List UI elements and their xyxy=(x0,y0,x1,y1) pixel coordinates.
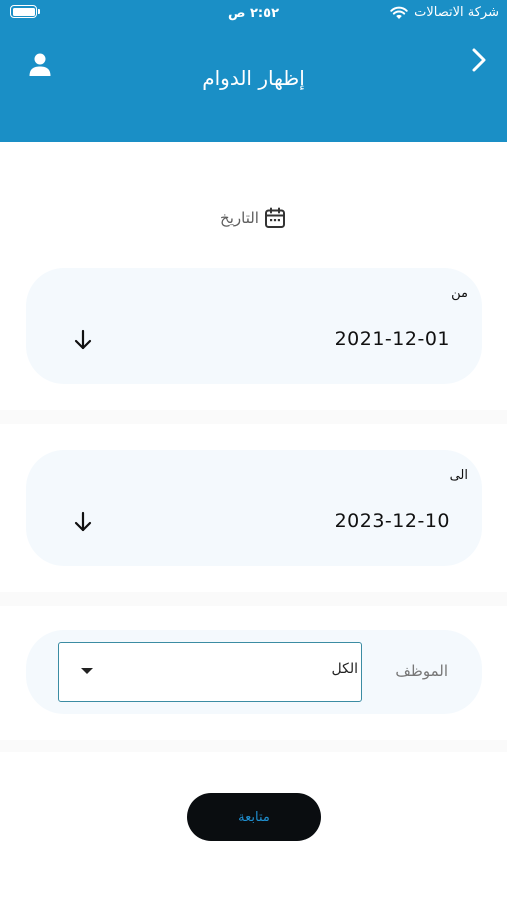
page-title: إظهار الدوام xyxy=(202,66,305,90)
section-divider xyxy=(0,410,507,424)
arrow-down-icon[interactable] xyxy=(72,510,94,534)
section-divider xyxy=(0,592,507,606)
back-button[interactable] xyxy=(467,46,491,74)
employee-field: الموظف الكل xyxy=(26,630,482,714)
arrow-down-icon[interactable] xyxy=(72,328,94,352)
employee-select-value: الكل xyxy=(331,661,359,677)
from-date-field[interactable]: من 2021-12-01 xyxy=(26,268,482,384)
date-section-label: التاريخ xyxy=(0,206,507,230)
app-header: ٢:٥٢ ص شركة الاتصالات إظهار الدوام xyxy=(0,0,507,142)
from-date-value[interactable]: 2021-12-01 xyxy=(335,328,450,350)
wifi-icon xyxy=(390,6,408,19)
to-date-value[interactable]: 2023-12-10 xyxy=(335,510,450,532)
chevron-right-icon xyxy=(472,48,486,72)
status-bar: ٢:٥٢ ص شركة الاتصالات xyxy=(0,0,507,30)
section-divider xyxy=(0,740,507,752)
to-date-field[interactable]: الى 2023-12-10 xyxy=(26,450,482,566)
to-date-label: الى xyxy=(449,468,468,483)
employee-select[interactable]: الكل xyxy=(58,642,362,702)
date-label-text: التاريخ xyxy=(220,209,259,227)
dropdown-caret-icon xyxy=(81,668,93,674)
carrier-info: شركة الاتصالات xyxy=(390,5,499,20)
employee-label: الموظف xyxy=(395,662,448,680)
calendar-icon xyxy=(264,207,285,228)
continue-button[interactable]: متابعة xyxy=(187,793,321,841)
from-date-label: من xyxy=(451,286,468,301)
carrier-name: شركة الاتصالات xyxy=(414,5,499,20)
